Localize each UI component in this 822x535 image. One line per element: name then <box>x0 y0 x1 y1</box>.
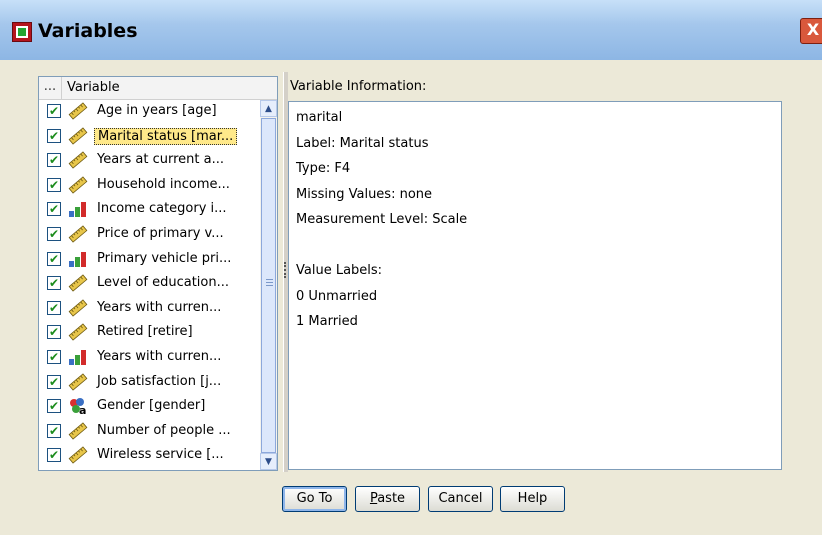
window-title: Variables <box>38 20 138 42</box>
variable-label: Household income... <box>97 176 230 192</box>
info-line: Missing Values: none <box>296 186 433 202</box>
variable-checkbox[interactable]: ✔ <box>47 399 61 414</box>
title-bar[interactable]: Variables X <box>0 0 822 60</box>
list-item[interactable]: ✔ Price of primary v... <box>39 223 259 245</box>
list-item[interactable]: ✔ a Gender [gender] <box>39 395 259 417</box>
nominal-string-icon: a <box>68 397 88 417</box>
list-item[interactable]: ✔ Years with curren... <box>39 297 259 319</box>
header-col-variable[interactable]: Variable <box>67 80 120 95</box>
scale-ruler-icon <box>68 225 88 243</box>
cancel-button[interactable]: Cancel <box>428 486 493 512</box>
variable-information-box: marital Label: Marital status Type: F4 Miss… <box>288 101 782 470</box>
variable-label: Wireless service [... <box>97 447 224 463</box>
grip-line <box>266 282 273 283</box>
scale-ruler-icon <box>68 102 88 120</box>
paste-label: aste <box>377 491 406 506</box>
variable-checkbox[interactable]: ✔ <box>47 202 61 217</box>
scale-ruler-icon <box>68 299 88 317</box>
ordinal-bars-icon <box>68 200 88 218</box>
scale-ruler-icon <box>68 151 88 169</box>
list-item[interactable]: ✔ Number of people ... <box>39 420 259 442</box>
list-item[interactable]: ✔ Household income... <box>39 174 259 196</box>
variable-label: Age in years [age] <box>97 103 217 118</box>
variable-label: Gender [gender] <box>97 398 206 414</box>
list-item[interactable]: ✔ Age in years [age] <box>39 100 259 122</box>
list-item[interactable]: ✔ Income category i... <box>39 198 259 220</box>
variable-checkbox[interactable]: ✔ <box>47 276 61 291</box>
scroll-thumb[interactable] <box>261 118 276 453</box>
list-item[interactable]: ✔ Marital status [mar... <box>39 125 259 147</box>
close-button[interactable]: X <box>800 18 822 44</box>
go-to-button[interactable]: Go To <box>282 486 347 512</box>
variable-label: Job satisfaction [j... <box>97 373 222 389</box>
variable-checkbox[interactable]: ✔ <box>47 374 61 389</box>
scale-ruler-icon <box>68 372 88 391</box>
grip-line <box>266 285 273 286</box>
info-line: Label: Marital status <box>296 135 429 151</box>
list-item[interactable]: ✔ Wireless service [... <box>39 444 259 466</box>
header-col-check[interactable]: ... <box>39 77 62 99</box>
variable-checkbox[interactable]: ✔ <box>47 104 61 118</box>
variable-checkbox[interactable]: ✔ <box>47 300 61 315</box>
ordinal-bars-icon <box>68 250 88 268</box>
variable-label: Price of primary v... <box>97 226 224 241</box>
scale-ruler-icon <box>68 323 88 342</box>
scale-ruler-icon <box>68 176 88 194</box>
grip-line <box>266 279 273 280</box>
variable-label: Years with curren... <box>97 299 222 315</box>
variable-checkbox[interactable]: ✔ <box>47 423 61 438</box>
scroll-down-button[interactable]: ▼ <box>260 453 277 470</box>
list-rows: ✔ Age in years [age] ✔ Marital status [mar.… <box>39 100 259 470</box>
variable-label: Number of people ... <box>97 422 231 438</box>
scroll-up-button[interactable]: ▲ <box>260 100 277 117</box>
info-line: Type: F4 <box>296 161 351 176</box>
variable-checkbox[interactable]: ✔ <box>47 177 61 192</box>
variable-information-label: Variable Information: <box>290 79 427 94</box>
variables-dialog: Variables X ... Variable ✔ Age in years [… <box>0 0 822 535</box>
list-item[interactable]: ✔ Years at current a... <box>39 149 259 171</box>
list-header: ... Variable <box>39 77 277 100</box>
info-line: 0 Unmarried <box>296 288 378 304</box>
help-button[interactable]: Help <box>500 486 565 512</box>
scale-ruler-icon <box>68 274 88 292</box>
paste-button[interactable]: Paste <box>355 486 420 512</box>
variable-checkbox[interactable]: ✔ <box>47 227 61 241</box>
scale-ruler-icon <box>68 126 88 145</box>
scale-ruler-icon <box>68 446 88 465</box>
variable-label: Years with curren... <box>97 349 222 364</box>
scale-ruler-icon <box>68 422 88 440</box>
variable-checkbox[interactable]: ✔ <box>47 350 61 364</box>
list-item[interactable]: ✔ Years with curren... <box>39 346 259 368</box>
app-icon <box>12 22 32 42</box>
variable-label: Marital status [mar... <box>94 127 238 145</box>
variable-label: Years at current a... <box>97 152 225 168</box>
list-item[interactable]: ✔ Job satisfaction [j... <box>39 371 259 393</box>
info-line: Measurement Level: Scale <box>296 212 468 227</box>
variable-checkbox[interactable]: ✔ <box>47 153 61 168</box>
info-line: 1 Married <box>296 314 358 329</box>
variable-checkbox[interactable]: ✔ <box>47 128 61 143</box>
variable-label: Primary vehicle pri... <box>97 250 232 266</box>
variable-label: Level of education... <box>97 275 230 291</box>
list-item[interactable]: ✔ Level of education... <box>39 272 259 294</box>
variable-checkbox[interactable]: ✔ <box>47 251 61 266</box>
variable-list[interactable]: ... Variable ✔ Age in years [age] ✔ Marital… <box>38 76 278 471</box>
list-item[interactable]: ✔ Retired [retire] <box>39 321 259 343</box>
variable-checkbox[interactable]: ✔ <box>47 448 61 463</box>
svg-text:a: a <box>79 404 86 415</box>
variable-label: Income category i... <box>97 201 227 217</box>
variable-checkbox[interactable]: ✔ <box>47 325 61 340</box>
vertical-scrollbar[interactable]: ▲ ▼ <box>260 100 277 470</box>
variable-label: Retired [retire] <box>97 324 193 340</box>
info-line: Value Labels: <box>296 263 383 278</box>
info-line: marital <box>296 110 343 125</box>
list-item[interactable]: ✔ Primary vehicle pri... <box>39 248 259 270</box>
ordinal-bars-icon <box>68 348 88 366</box>
